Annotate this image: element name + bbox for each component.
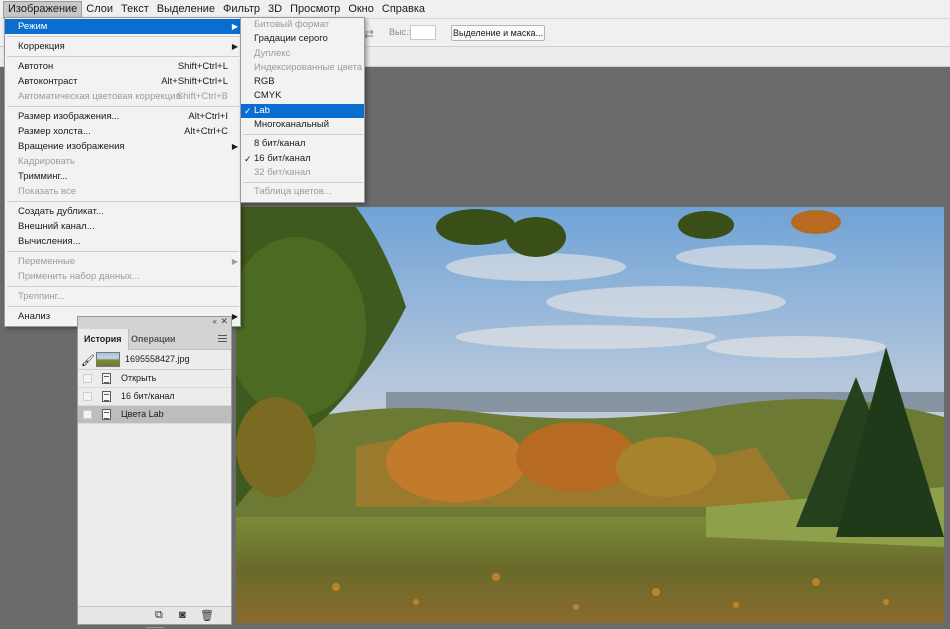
panel-tabs: История Операции bbox=[78, 329, 231, 350]
history-row-16-bit[interactable]: 16 бит/канал bbox=[78, 388, 231, 406]
menu-item-trap[interactable]: Треппинг... bbox=[5, 289, 240, 304]
submenu-arrow-icon: ▶ bbox=[231, 22, 238, 31]
history-snapshot[interactable]: 🖌 1695558427.jpg bbox=[78, 350, 231, 370]
history-source-checkbox[interactable] bbox=[83, 374, 92, 383]
new-document-from-state-icon[interactable]: ⧉ bbox=[155, 609, 163, 622]
menu-item-lab[interactable]: ✓ Lab bbox=[241, 103, 364, 119]
shortcut-text: Alt+Shift+Ctrl+L bbox=[161, 76, 228, 87]
menu-help[interactable]: Справка bbox=[378, 1, 429, 18]
menu-item-cmyk[interactable]: CMYK bbox=[241, 89, 364, 103]
tab-history[interactable]: История bbox=[78, 329, 129, 350]
menu-separator bbox=[7, 286, 239, 287]
history-row-open[interactable]: Открыть bbox=[78, 370, 231, 388]
menu-item-mode[interactable]: Режим ▶ bbox=[5, 19, 240, 34]
menu-item-8-bit[interactable]: 8 бит/канал bbox=[241, 137, 364, 151]
menu-item-auto-color[interactable]: Автоматическая цветовая коррекция Shift+C… bbox=[5, 89, 240, 104]
checkmark-icon: ✓ bbox=[244, 153, 252, 164]
document-icon bbox=[102, 373, 111, 384]
menu-item-canvas-size[interactable]: Размер холста... Alt+Ctrl+C bbox=[5, 124, 240, 139]
menu-item-grayscale[interactable]: Градации серого bbox=[241, 32, 364, 46]
menu-item-calculations[interactable]: Вычисления... bbox=[5, 234, 240, 249]
menu-view[interactable]: Просмотр bbox=[286, 1, 344, 18]
menu-3d[interactable]: 3D bbox=[264, 1, 286, 18]
menu-item-color-table[interactable]: Таблица цветов... bbox=[241, 185, 364, 199]
camera-icon[interactable]: ◙ bbox=[179, 609, 186, 621]
menu-item-duplicate[interactable]: Создать дубликат... bbox=[5, 204, 240, 219]
trash-icon[interactable]: 🗑 bbox=[200, 609, 214, 622]
snapshot-thumbnail bbox=[96, 352, 120, 367]
image-menu-dropdown: Режим ▶ Коррекция ▶ Автотон Shift+Ctrl+L Ав… bbox=[4, 17, 241, 327]
panel-menu-icon[interactable] bbox=[218, 335, 227, 344]
checkmark-icon: ✓ bbox=[244, 105, 252, 116]
menu-item-adjustments[interactable]: Коррекция ▶ bbox=[5, 39, 240, 54]
select-and-mask-button[interactable]: Выделение и маска... bbox=[451, 25, 545, 41]
history-row-label: Цвета Lab bbox=[121, 409, 164, 419]
history-source-checkbox[interactable] bbox=[83, 410, 92, 419]
history-source-checkbox[interactable] bbox=[83, 392, 92, 401]
menu-item-auto-contrast[interactable]: Автоконтраст Alt+Shift+Ctrl+L bbox=[5, 74, 240, 89]
menu-item-apply-image[interactable]: Внешний канал... bbox=[5, 219, 240, 234]
history-row-lab-color[interactable]: Цвета Lab bbox=[78, 406, 231, 424]
menu-item-indexed-color[interactable]: Индексированные цвета bbox=[241, 61, 364, 75]
menu-separator bbox=[7, 106, 239, 107]
autumn-landscape-image bbox=[236, 207, 944, 623]
mode-submenu: Битовый формат Градации серого Дуплекс И… bbox=[240, 17, 365, 203]
menu-item-32-bit[interactable]: 32 бит/канал bbox=[241, 166, 364, 180]
menu-item-image-size[interactable]: Размер изображения... Alt+Ctrl+I bbox=[5, 109, 240, 124]
submenu-arrow-icon: ▶ bbox=[231, 312, 238, 321]
height-input[interactable] bbox=[410, 25, 436, 40]
submenu-arrow-icon: ▶ bbox=[231, 142, 238, 151]
history-brush-icon[interactable]: 🖌 bbox=[81, 354, 95, 367]
collapse-icon[interactable]: « bbox=[213, 317, 217, 326]
menu-separator bbox=[243, 182, 363, 184]
tab-actions[interactable]: Операции bbox=[125, 329, 182, 350]
menu-item-rgb[interactable]: RGB bbox=[241, 75, 364, 89]
height-label: Выс.: bbox=[389, 27, 411, 37]
menu-separator bbox=[243, 134, 363, 136]
panel-footer: ⧉ ◙ 🗑 bbox=[78, 606, 231, 624]
menu-layers[interactable]: Слои bbox=[82, 1, 117, 18]
menu-item-image-rotation[interactable]: Вращение изображения ▶ bbox=[5, 139, 240, 154]
shortcut-text: Alt+Ctrl+I bbox=[188, 111, 228, 122]
shortcut-text: Alt+Ctrl+C bbox=[184, 126, 228, 137]
menu-separator bbox=[7, 201, 239, 202]
menu-item-auto-tone[interactable]: Автотон Shift+Ctrl+L bbox=[5, 59, 240, 74]
history-panel: « ✕ История Операции 🖌 1695558427.jpg От… bbox=[77, 316, 232, 629]
snapshot-name: 1695558427.jpg bbox=[125, 354, 190, 364]
menu-window[interactable]: Окно bbox=[344, 1, 378, 18]
swap-icon[interactable]: ⇄ bbox=[364, 27, 374, 41]
menu-separator bbox=[7, 306, 239, 307]
submenu-arrow-icon: ▶ bbox=[231, 257, 238, 266]
menu-filter[interactable]: Фильтр bbox=[219, 1, 264, 18]
menu-item-16-bit[interactable]: ✓ 16 бит/канал bbox=[241, 152, 364, 166]
menu-separator bbox=[7, 251, 239, 252]
menu-item-variables[interactable]: Переменные ▶ bbox=[5, 254, 240, 269]
menu-item-trim[interactable]: Тримминг... bbox=[5, 169, 240, 184]
menu-image[interactable]: Изображение bbox=[3, 0, 83, 18]
submenu-arrow-icon: ▶ bbox=[231, 42, 238, 51]
history-row-label: Открыть bbox=[121, 373, 157, 383]
menu-item-reveal-all[interactable]: Показать все bbox=[5, 184, 240, 199]
menu-item-apply-dataset[interactable]: Применить набор данных... bbox=[5, 269, 240, 284]
menu-item-duotone[interactable]: Дуплекс bbox=[241, 47, 364, 61]
document-canvas[interactable] bbox=[236, 207, 944, 623]
menu-item-multichannel[interactable]: Многоканальный bbox=[241, 118, 364, 132]
menu-item-crop[interactable]: Кадрировать bbox=[5, 154, 240, 169]
close-icon[interactable]: ✕ bbox=[220, 316, 228, 327]
history-row-label: 16 бит/канал bbox=[121, 391, 175, 401]
menu-item-bitmap[interactable]: Битовый формат bbox=[241, 18, 364, 32]
shortcut-text: Shift+Ctrl+B bbox=[176, 91, 228, 102]
panel-titlebar[interactable]: « ✕ bbox=[78, 316, 231, 329]
document-icon bbox=[102, 409, 111, 420]
shortcut-text: Shift+Ctrl+L bbox=[177, 61, 228, 72]
document-icon bbox=[102, 391, 111, 402]
menu-separator bbox=[7, 56, 239, 57]
menu-type[interactable]: Текст bbox=[117, 1, 153, 18]
menu-select[interactable]: Выделение bbox=[153, 1, 219, 18]
menu-separator bbox=[7, 36, 239, 37]
